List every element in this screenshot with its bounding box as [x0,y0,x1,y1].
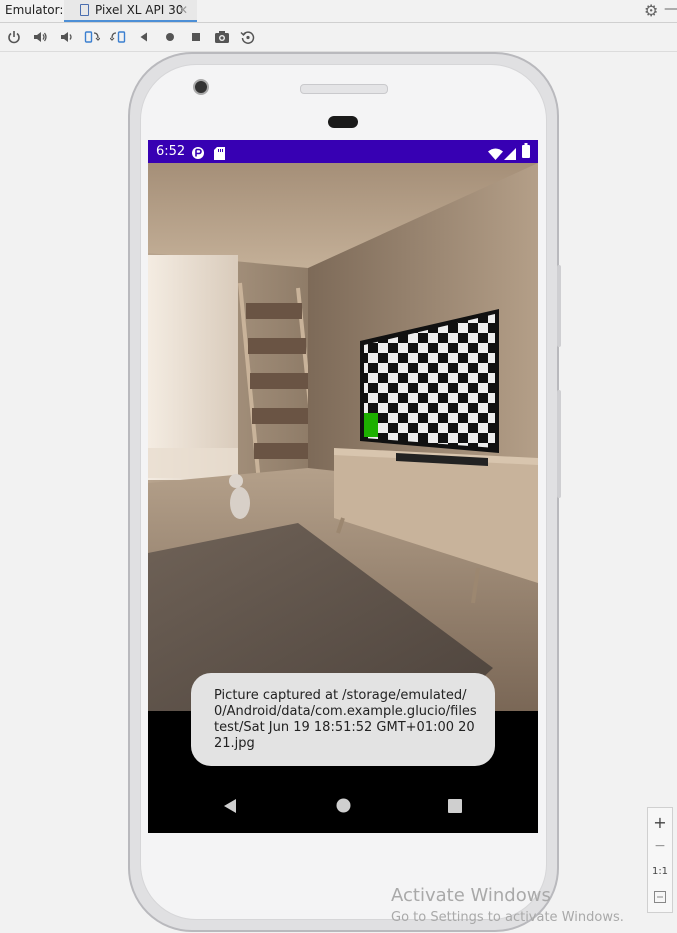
fit-screen-icon[interactable] [648,891,672,903]
device-icon [80,4,89,16]
activate-title: Activate Windows [391,885,551,906]
battery-icon [522,143,530,162]
sd-card-icon [214,145,225,164]
tab-close-icon[interactable]: ✕ [178,3,188,17]
minimize-icon[interactable]: — [664,1,677,17]
status-bar: 6:52 [148,140,538,163]
navigation-bar [148,781,538,833]
camera-screenshot-icon[interactable] [214,29,230,45]
wifi-icon [488,145,503,164]
emulator-title-bar: Emulator: Pixel XL API 30 ✕ ⚙ — [0,0,677,23]
back-icon[interactable] [136,29,152,45]
actual-size-button[interactable]: 1:1 [648,866,672,877]
device-volume-buttons[interactable] [557,390,561,498]
nav-home-icon[interactable] [336,798,351,817]
activate-windows-watermark: Activate Windows Go to Settings to activ… [391,886,624,927]
zoom-out-button[interactable]: − [648,838,672,854]
status-app-icon [191,145,205,164]
rotate-left-icon[interactable] [84,29,100,45]
gear-icon[interactable]: ⚙ [644,1,658,20]
overview-icon[interactable] [188,29,204,45]
emulator-label: Emulator: [5,3,64,17]
status-time: 6:52 [156,144,186,159]
rotate-right-icon[interactable] [110,29,126,45]
nav-back-icon[interactable] [223,798,237,818]
home-icon[interactable] [162,29,178,45]
device-power-button[interactable] [557,265,561,347]
cellular-signal-icon [504,145,516,164]
earpiece-speaker [300,84,388,94]
nav-overview-icon[interactable] [448,798,462,817]
volume-down-icon[interactable] [58,29,74,45]
zoom-panel: + − 1:1 [647,807,673,913]
zoom-in-button[interactable]: + [648,813,672,832]
tab-device[interactable]: Pixel XL API 30 ✕ [64,0,197,22]
proximity-sensor [328,116,358,128]
power-icon[interactable] [6,29,22,45]
emulator-toolbar [0,23,677,52]
tab-device-label: Pixel XL API 30 [95,3,184,17]
toast-text: Picture captured at /storage/emulated/0/… [214,688,477,751]
front-camera-icon [193,79,209,95]
camera-preview[interactable] [148,163,538,711]
toast-message: Picture captured at /storage/emulated/0/… [191,673,495,766]
activate-subtitle: Go to Settings to activate Windows. [391,910,624,925]
volume-up-icon[interactable] [32,29,48,45]
snapshot-icon[interactable] [240,29,256,45]
